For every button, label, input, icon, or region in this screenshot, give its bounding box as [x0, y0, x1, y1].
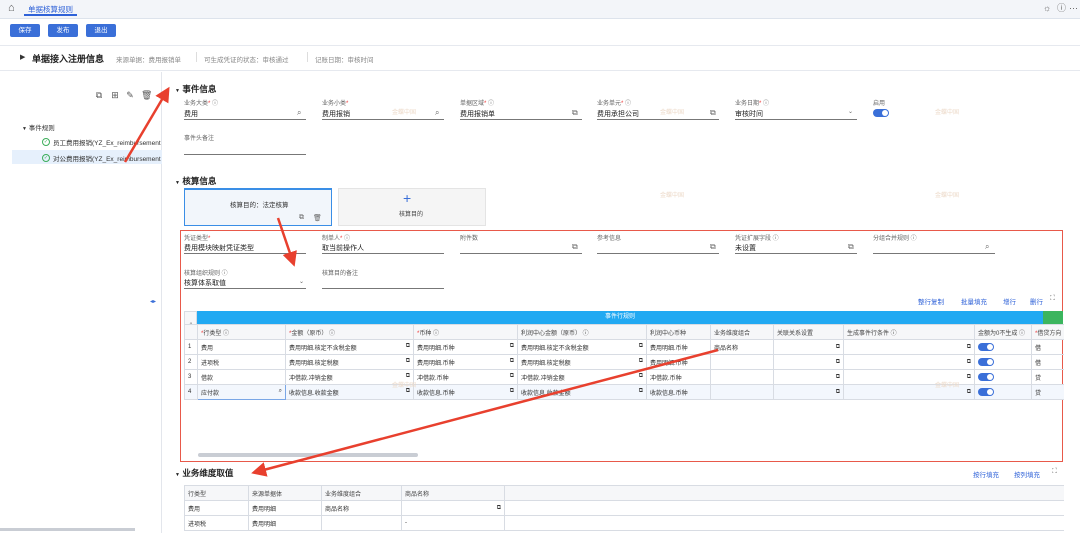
arrow-to-dimension	[251, 348, 719, 477]
arrow-to-event-info	[123, 86, 170, 163]
annotation-arrows	[123, 86, 719, 477]
arrow-to-accounting-fields	[276, 217, 297, 267]
